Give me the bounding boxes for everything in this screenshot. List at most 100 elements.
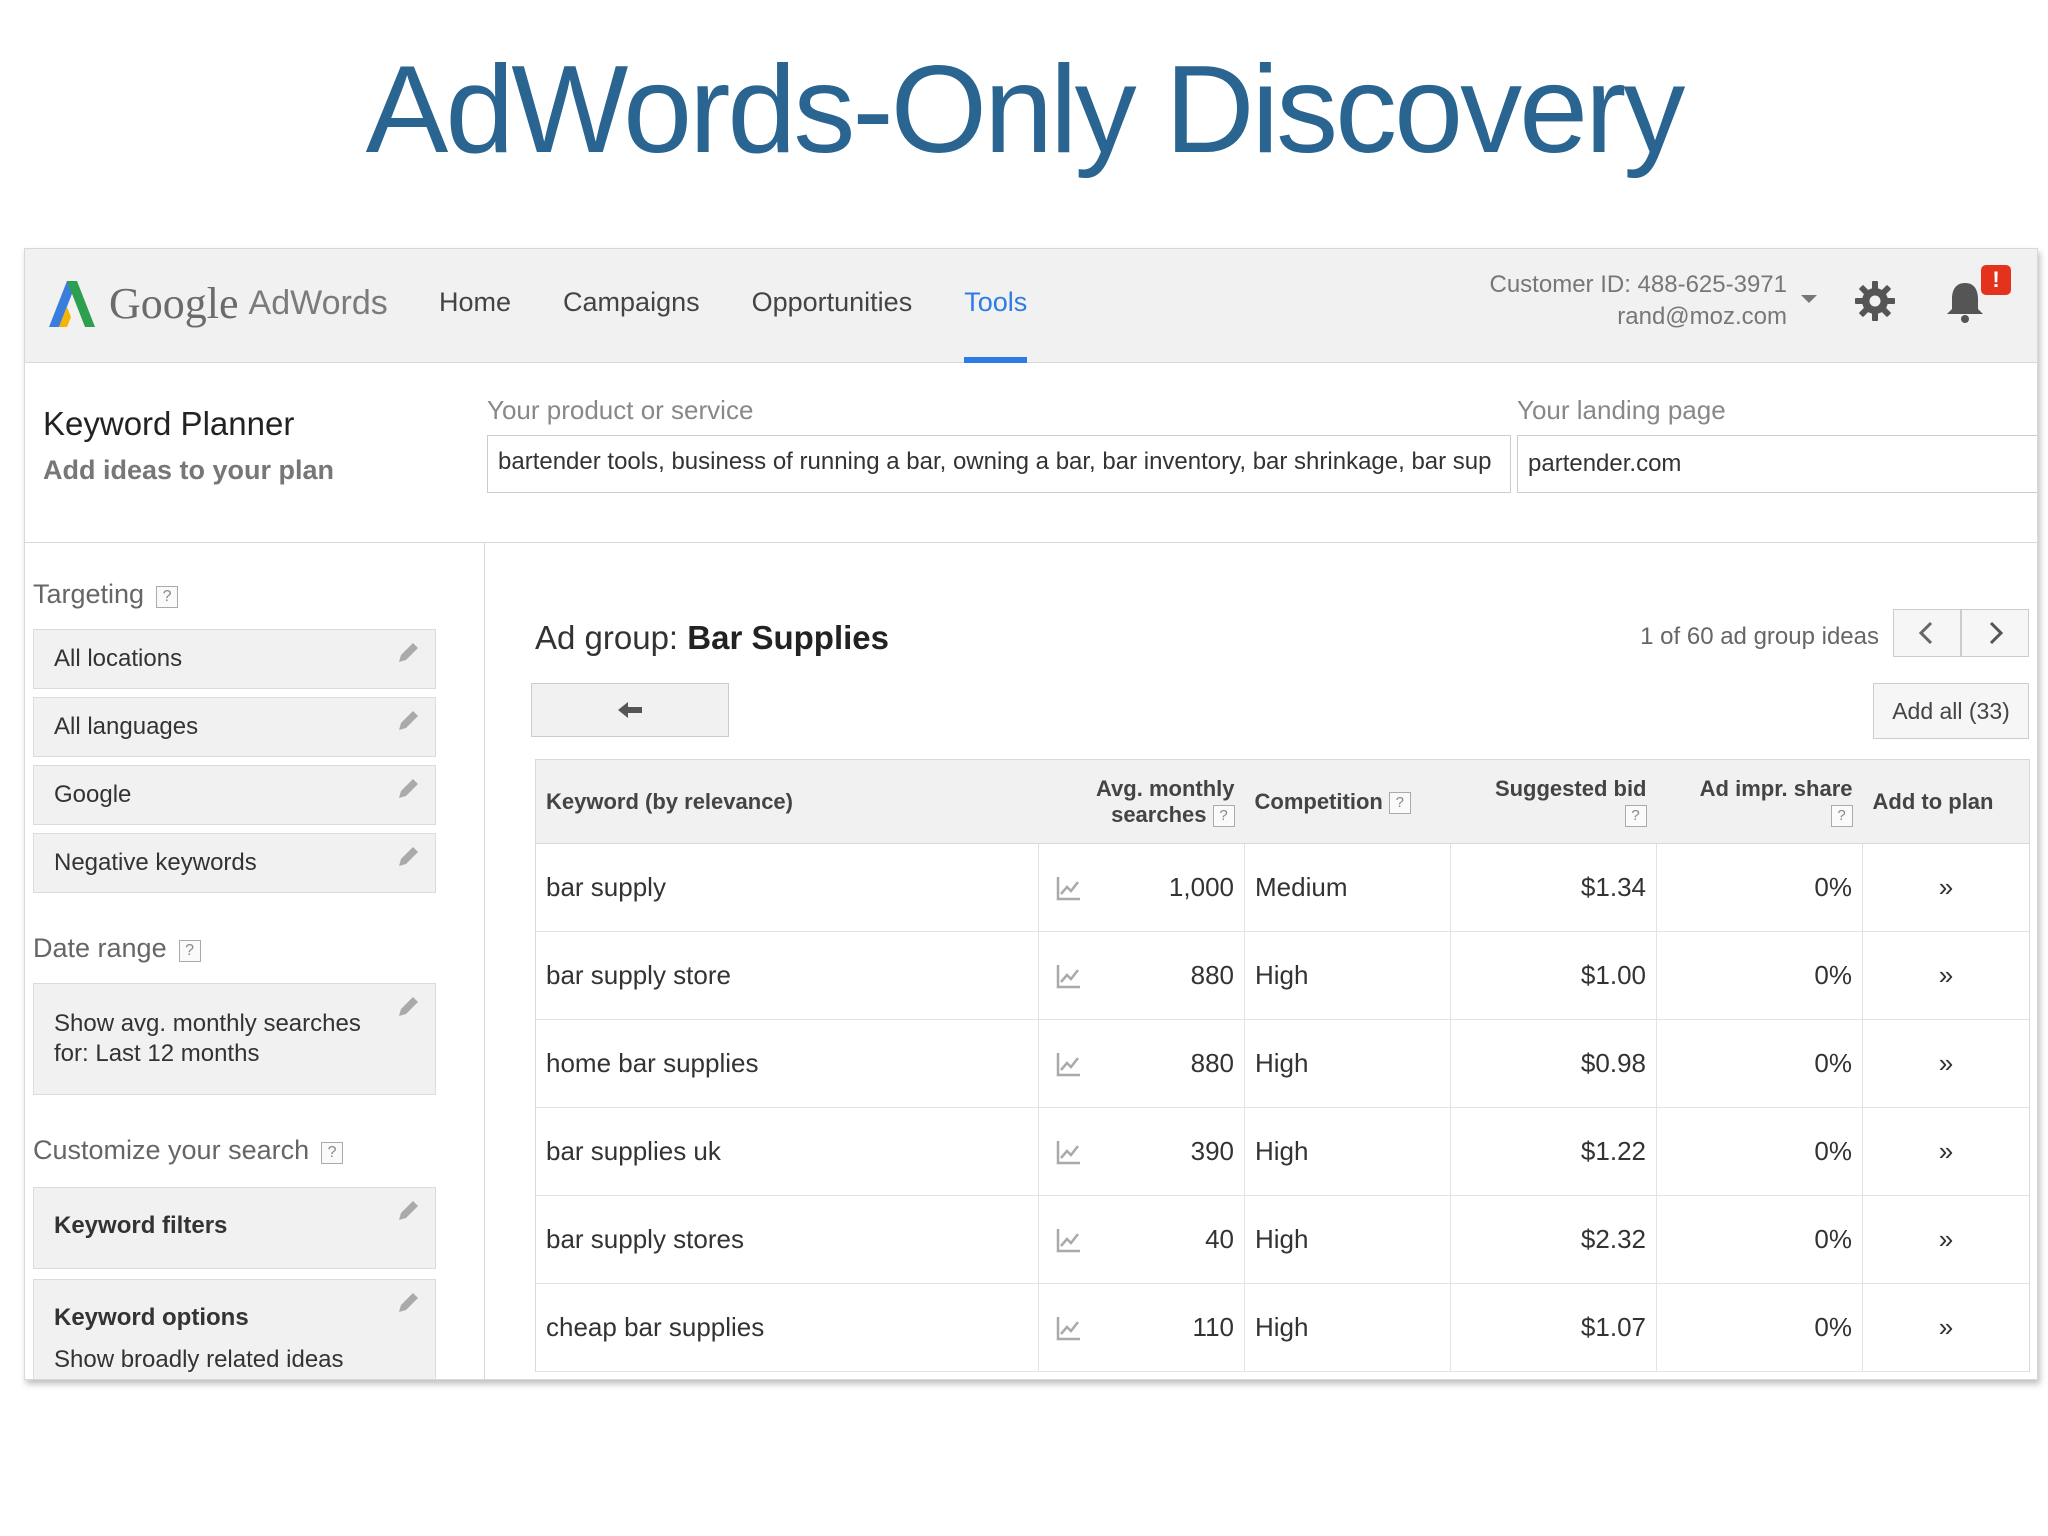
bid-cell: $1.34 — [1450, 843, 1657, 932]
pencil-icon[interactable] — [395, 994, 421, 1020]
table-row: bar supply store 880 High $1.00 0%» — [535, 931, 2030, 1020]
account-dropdown-icon[interactable] — [1801, 295, 1817, 303]
date-range-box[interactable]: Show avg. monthly searches for: Last 12 … — [33, 983, 436, 1095]
help-icon[interactable]: ? — [178, 940, 201, 962]
adwords-logo[interactable]: Google AdWords — [45, 277, 388, 329]
pencil-icon[interactable] — [395, 708, 421, 734]
page-title: Keyword Planner — [43, 405, 295, 442]
date-range-label-text: Date range — [33, 933, 167, 963]
trend-chart-icon[interactable] — [1055, 1050, 1083, 1078]
trend-chart-icon[interactable] — [1055, 874, 1083, 902]
targeting-locations-label: All locations — [54, 645, 183, 672]
targeting-label-text: Targeting — [33, 579, 145, 609]
keyword-table-body: bar supply 1,000 Medium $1.34 0%» bar supply … — [535, 843, 2030, 1372]
competition-cell: High — [1244, 1195, 1451, 1284]
page-subtitle: Add ideas to your plan — [43, 455, 335, 485]
gear-icon[interactable] — [1853, 279, 1897, 323]
col-suggested-bid[interactable]: Suggested bid ? — [1450, 759, 1657, 844]
col-competition-text: Competition — [1254, 788, 1383, 814]
keyword-cell: home bar supplies — [535, 1019, 1039, 1108]
ad-group-prefix: Ad group: — [535, 619, 679, 656]
col-ad-impr-share-help: ? — [1667, 802, 1853, 828]
keyword-cell: cheap bar supplies — [535, 1283, 1039, 1372]
keyword-filters-box[interactable]: Keyword filters — [33, 1187, 436, 1269]
prev-button[interactable] — [1893, 609, 1961, 657]
trend-chart-icon[interactable] — [1055, 1226, 1083, 1254]
add-to-plan-button[interactable]: » — [1862, 1195, 2030, 1284]
col-avg-searches-line2-text: searches — [1111, 801, 1207, 827]
col-suggested-bid-help: ? — [1461, 802, 1647, 828]
landing-page-label: Your landing page — [1517, 395, 1726, 425]
landing-page-input[interactable]: partender.com — [1517, 435, 2037, 493]
help-icon[interactable]: ? — [1388, 791, 1411, 814]
account-info[interactable]: Customer ID: 488-625-3971 rand@moz.com — [1490, 269, 1788, 333]
help-icon[interactable]: ? — [1624, 804, 1647, 827]
keyword-options-label: Keyword options — [54, 1304, 249, 1331]
help-icon[interactable]: ? — [321, 1142, 344, 1164]
trend-chart-icon[interactable] — [1055, 1138, 1083, 1166]
keyword-filters-label: Keyword filters — [54, 1212, 228, 1239]
add-all-button[interactable]: Add all (33) — [1873, 683, 2029, 739]
trend-chart-icon[interactable] — [1055, 962, 1083, 990]
col-avg-searches[interactable]: Avg. monthly searches? — [1038, 759, 1245, 844]
notification-badge[interactable]: ! — [1981, 265, 2011, 295]
logo-google-text: Google — [109, 278, 239, 328]
searches-cell: 1,000 — [1098, 843, 1245, 932]
table-row: home bar supplies 880 High $0.98 0%» — [535, 1019, 2030, 1108]
pencil-icon[interactable] — [395, 776, 421, 802]
pencil-icon[interactable] — [395, 640, 421, 666]
nav-campaigns[interactable]: Campaigns — [563, 283, 700, 363]
targeting-network[interactable]: Google — [33, 765, 436, 825]
nav-home[interactable]: Home — [439, 283, 511, 363]
targeting-languages[interactable]: All languages — [33, 697, 436, 757]
keyword-options-sub: Show broadly related ideas — [54, 1346, 344, 1373]
targeting-locations[interactable]: All locations — [33, 629, 436, 689]
pencil-icon[interactable] — [395, 844, 421, 870]
back-button[interactable] — [531, 683, 729, 737]
share-cell: 0% — [1656, 1107, 1863, 1196]
add-to-plan-button[interactable]: » — [1862, 1019, 2030, 1108]
competition-cell: High — [1244, 1107, 1451, 1196]
next-button[interactable] — [1961, 609, 2029, 657]
col-ad-impr-share[interactable]: Ad impr. share ? — [1656, 759, 1863, 844]
targeting-negative-keywords[interactable]: Negative keywords — [33, 833, 436, 893]
help-icon[interactable]: ? — [156, 586, 179, 608]
add-to-plan-button[interactable]: » — [1862, 1107, 2030, 1196]
product-label: Your product or service — [487, 395, 754, 425]
share-cell: 0% — [1656, 1195, 1863, 1284]
adwords-window: Google AdWords Home Campaigns Opportunit… — [24, 248, 2038, 1380]
col-competition[interactable]: Competition? — [1244, 759, 1451, 844]
searches-cell: 40 — [1098, 1195, 1245, 1284]
product-input[interactable]: bartender tools, business of running a b… — [487, 435, 1511, 493]
trend-cell — [1038, 1107, 1099, 1196]
keyword-table: Keyword (by relevance) Avg. monthly sear… — [535, 759, 2030, 1372]
pencil-icon[interactable] — [395, 1198, 421, 1224]
slide-title: AdWords-Only Discovery — [365, 41, 1686, 179]
trend-chart-icon[interactable] — [1055, 1314, 1083, 1342]
bid-cell: $1.07 — [1450, 1283, 1657, 1372]
competition-cell: High — [1244, 1019, 1451, 1108]
chevron-right-icon — [1989, 621, 2004, 645]
ideas-count: 1 of 60 ad group ideas — [1640, 623, 1879, 650]
trend-cell — [1038, 843, 1099, 932]
adwords-logo-icon — [49, 281, 95, 327]
nav-opportunities[interactable]: Opportunities — [752, 283, 913, 363]
help-icon[interactable]: ? — [1212, 804, 1235, 827]
competition-cell: High — [1244, 1283, 1451, 1372]
table-row: bar supply 1,000 Medium $1.34 0%» — [535, 843, 2030, 932]
trend-cell — [1038, 1195, 1099, 1284]
main-content: Ad group: Bar Supplies 1 of 60 ad group … — [485, 543, 2037, 1379]
table-row: cheap bar supplies 110 High $1.07 0%» — [535, 1283, 2030, 1372]
col-keyword[interactable]: Keyword (by relevance) — [535, 759, 1039, 844]
customer-id: Customer ID: 488-625-3971 — [1489, 271, 1788, 298]
ad-group-name: Bar Supplies — [687, 619, 890, 656]
keyword-options-box[interactable]: Keyword options Show broadly related ide… — [33, 1279, 436, 1379]
add-to-plan-button[interactable]: » — [1862, 843, 2030, 932]
add-to-plan-button[interactable]: » — [1862, 931, 2030, 1020]
trend-cell — [1038, 931, 1099, 1020]
help-icon[interactable]: ? — [1830, 804, 1853, 827]
searches-cell: 880 — [1098, 931, 1245, 1020]
add-to-plan-button[interactable]: » — [1862, 1283, 2030, 1372]
pencil-icon[interactable] — [395, 1290, 421, 1316]
nav-tools[interactable]: Tools — [964, 283, 1028, 363]
